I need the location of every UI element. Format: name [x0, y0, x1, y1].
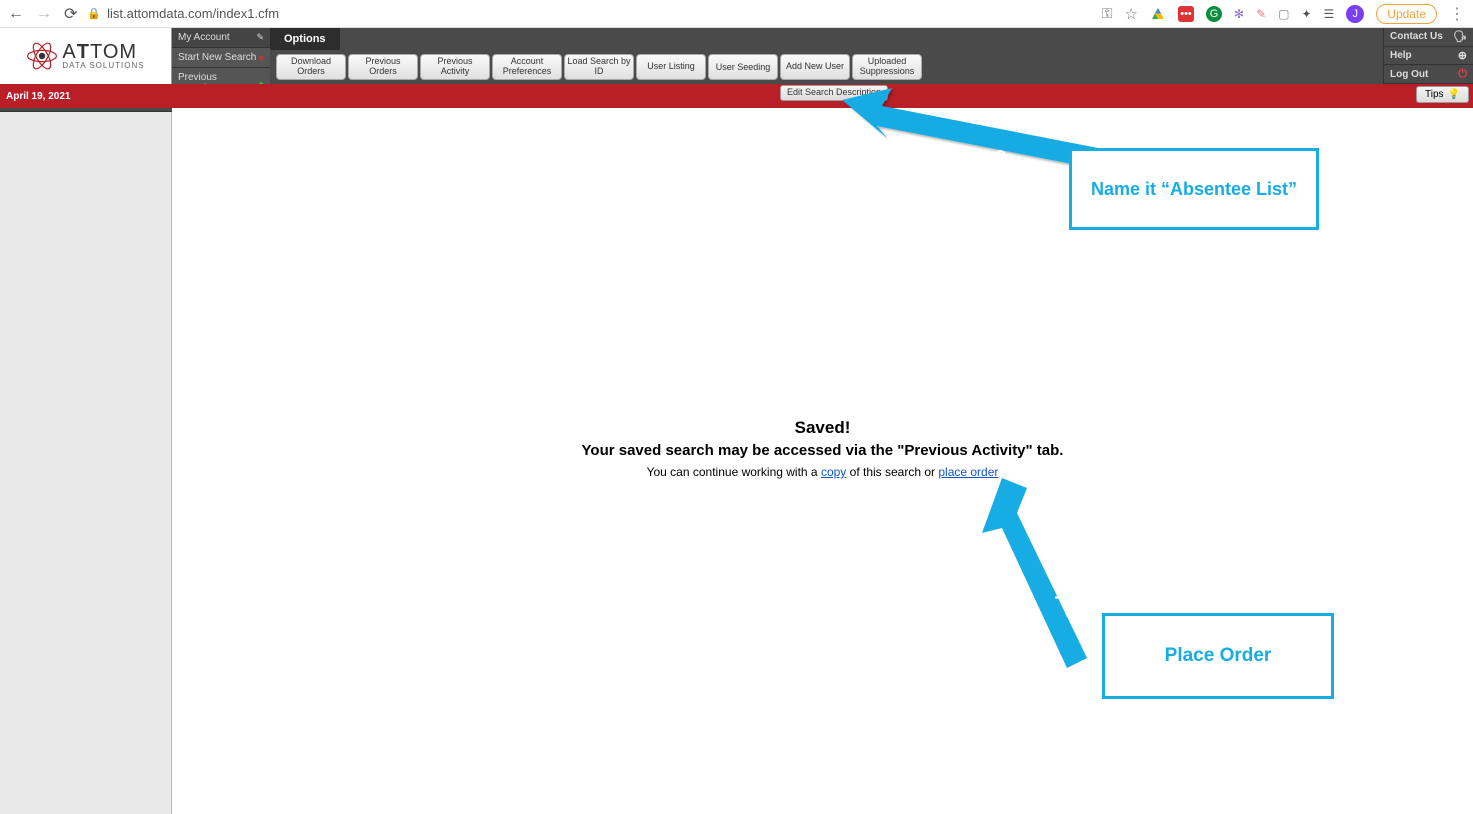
previous-activity-button[interactable]: Previous Activity — [420, 54, 490, 80]
ext-box-icon[interactable]: ▢ — [1278, 7, 1289, 21]
annotation-box-2: Place Order — [1102, 613, 1334, 699]
ext-green-icon[interactable]: G — [1206, 6, 1222, 22]
url-text: list.attomdata.com/index1.cfm — [107, 6, 279, 21]
ext-gear-icon[interactable]: ✻ — [1234, 7, 1244, 21]
browser-right-icons: ⚿ ☆ ••• G ✻ ✎ ▢ ✦ ☰ J Update ⋮ — [1102, 4, 1465, 24]
ext-red-icon[interactable]: ••• — [1178, 6, 1194, 22]
logo[interactable]: ATTOM DATA SOLUTIONS — [0, 28, 172, 84]
lightbulb-icon: 💡 — [1448, 89, 1460, 100]
edit-search-description-button[interactable]: Edit Search Description — [780, 85, 888, 101]
drive-icon[interactable] — [1150, 6, 1166, 22]
reading-list-icon[interactable]: ☰ — [1324, 7, 1335, 21]
download-orders-button[interactable]: Download Orders — [276, 54, 346, 80]
load-search-by-id-button[interactable]: Load Search by ID — [564, 54, 634, 80]
reload-icon[interactable]: ⟳ — [64, 4, 77, 24]
user-listing-button[interactable]: User Listing — [636, 54, 706, 80]
main-content: Saved! Your saved search may be accessed… — [172, 108, 1473, 814]
user-seeding-button[interactable]: User Seeding — [708, 54, 778, 80]
logo-sub-text: DATA SOLUTIONS — [62, 62, 144, 70]
dot-icon: ■ — [259, 53, 264, 63]
ext-pen-icon[interactable]: ✎ — [1256, 7, 1266, 21]
key-icon[interactable]: ⚿ — [1102, 5, 1113, 22]
tab-options[interactable]: Options — [270, 28, 340, 50]
start-new-search-tab[interactable]: Start New Search ■ — [172, 48, 270, 68]
annotation-box-1: Name it “Absentee List” — [1069, 148, 1319, 230]
saved-heading: Saved! — [582, 418, 1064, 438]
date-label: April 19, 2021 — [0, 91, 172, 102]
copy-link[interactable]: copy — [821, 465, 846, 479]
option-button-row: Download Orders Previous Orders Previous… — [270, 50, 928, 84]
profile-avatar[interactable]: J — [1346, 5, 1364, 23]
extensions-icon[interactable]: ✦ — [1301, 7, 1311, 21]
left-sidebar — [0, 108, 172, 814]
browser-menu-icon[interactable]: ⋮ — [1449, 4, 1465, 24]
lifebuoy-icon: ⊕ — [1458, 49, 1467, 62]
step2-label: Step 2 — [1044, 566, 1082, 621]
account-preferences-button[interactable]: Account Preferences — [492, 54, 562, 80]
update-button[interactable]: Update — [1376, 4, 1437, 24]
add-new-user-button[interactable]: Add New User — [780, 54, 850, 80]
app-header: ATTOM DATA SOLUTIONS My Account ✎ Start … — [0, 28, 1473, 84]
saved-subheading: Your saved search may be accessed via th… — [582, 442, 1064, 459]
contact-us-link[interactable]: Contact Us 🗣 — [1383, 28, 1473, 47]
top-tab-area: Options Download Orders Previous Orders … — [270, 28, 928, 84]
place-order-link[interactable]: place order — [938, 465, 998, 479]
step2-arrow — [972, 478, 1122, 678]
pencil-icon: ✎ — [256, 32, 264, 43]
forward-icon[interactable]: → — [36, 5, 52, 23]
my-account-tab[interactable]: My Account ✎ — [172, 28, 270, 48]
lock-icon: 🔒 — [87, 7, 101, 20]
body: Saved! Your saved search may be accessed… — [0, 108, 1473, 814]
tips-button[interactable]: Tips 💡 — [1416, 86, 1469, 103]
atom-icon — [26, 40, 58, 72]
address-bar[interactable]: 🔒 list.attomdata.com/index1.cfm — [87, 6, 279, 21]
header-left-nav: My Account ✎ Start New Search ■ Previous… — [172, 28, 270, 84]
red-bar: April 19, 2021 Edit Search Description T… — [0, 84, 1473, 108]
saved-message: Saved! Your saved search may be accessed… — [582, 418, 1064, 479]
previous-orders-button[interactable]: Previous Orders — [348, 54, 418, 80]
star-icon[interactable]: ☆ — [1125, 5, 1138, 23]
browser-chrome: ← → ⟳ 🔒 list.attomdata.com/index1.cfm ⚿ … — [0, 0, 1473, 28]
browser-nav-buttons: ← → ⟳ — [8, 4, 77, 24]
megaphone-icon: 🗣 — [1453, 30, 1467, 43]
uploaded-suppressions-button[interactable]: Uploaded Suppressions — [852, 54, 922, 80]
step1-label: Step 1 — [990, 145, 1045, 183]
saved-line3: You can continue working with a copy of … — [582, 465, 1064, 479]
help-link[interactable]: Help ⊕ — [1383, 47, 1473, 66]
power-icon: ⏻ — [1458, 68, 1467, 81]
logo-main-text: ATTOM — [62, 42, 144, 62]
header-right-nav: Contact Us 🗣 Help ⊕ Log Out ⏻ — [1383, 28, 1473, 84]
log-out-link[interactable]: Log Out ⏻ — [1383, 65, 1473, 84]
back-icon[interactable]: ← — [8, 5, 24, 23]
